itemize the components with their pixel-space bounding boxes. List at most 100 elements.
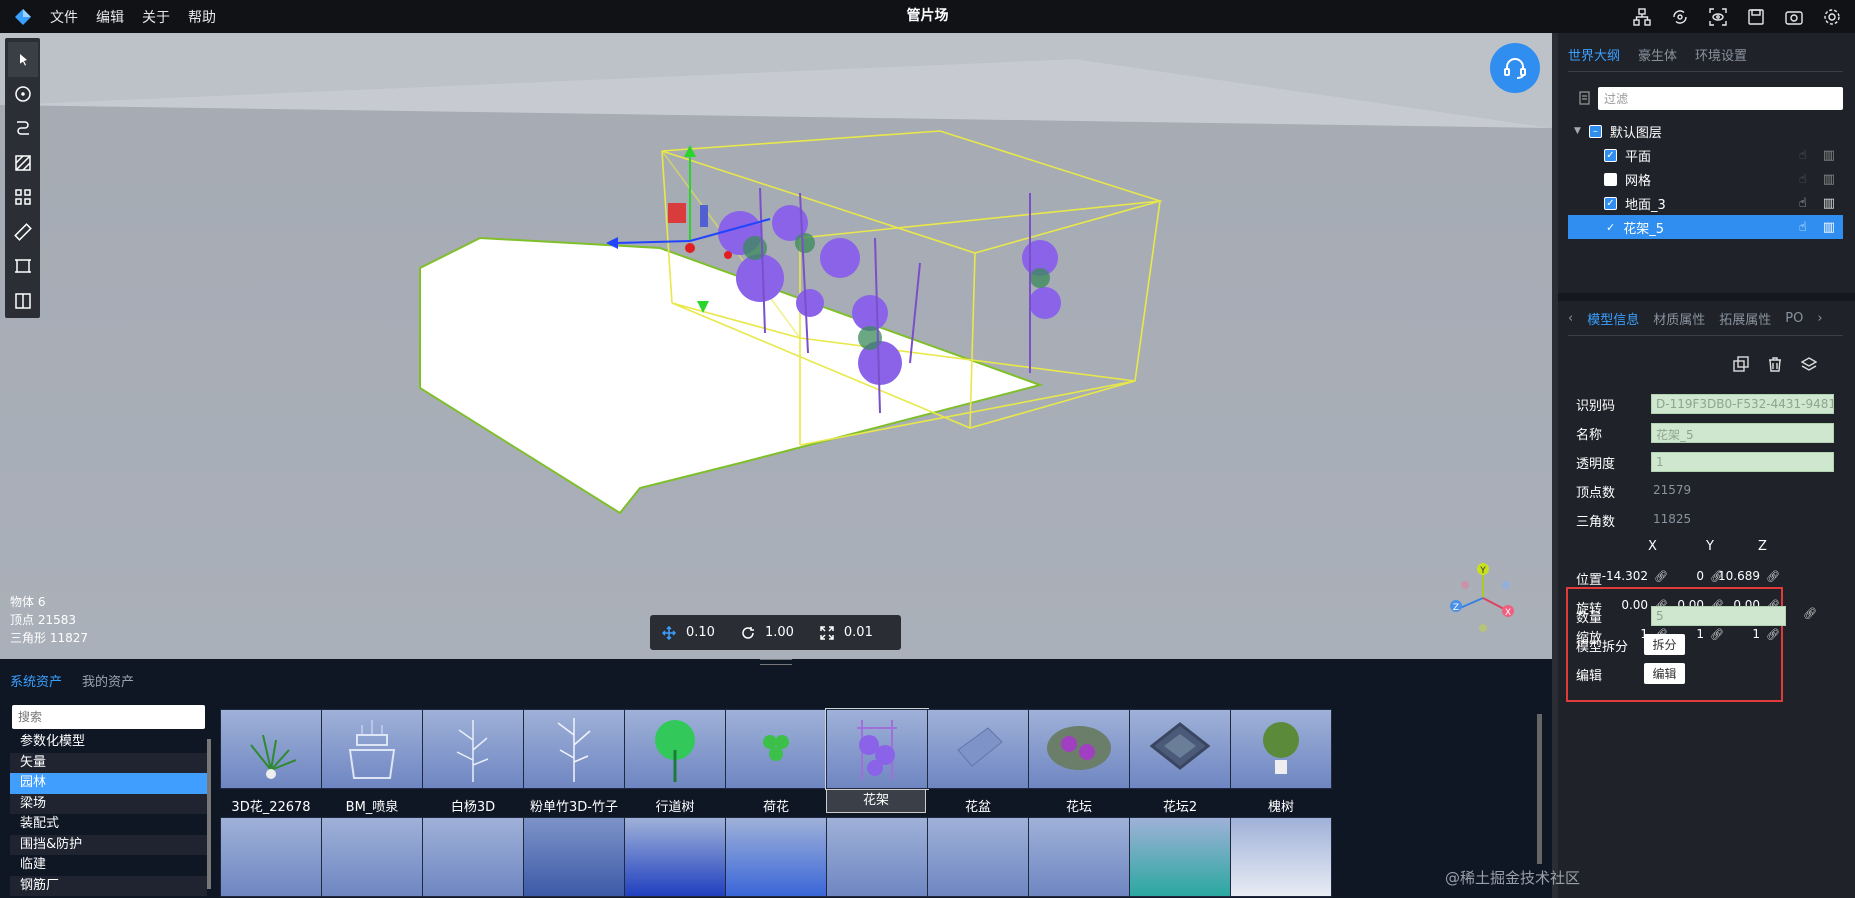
chevron-right-icon[interactable]: › [1817, 311, 1822, 326]
caret-down-icon[interactable]: ▼ [1574, 126, 1581, 136]
tab-entities[interactable]: 豪生体 [1638, 45, 1677, 64]
item-checkbox[interactable]: ✓ [1604, 148, 1617, 162]
asset-tile[interactable] [826, 817, 928, 897]
hand-pointer-icon[interactable]: ☝ [1799, 148, 1807, 163]
count-field[interactable]: 5 [1651, 606, 1786, 626]
grid-icon[interactable] [8, 180, 38, 215]
category-item[interactable]: 围挡&防护 [10, 834, 207, 855]
asset-tile-fountain[interactable] [321, 709, 423, 789]
tree-item-plane[interactable]: ✓ 平面 ☝ ▥ [1568, 143, 1843, 167]
asset-tile-locust-tree[interactable] [1230, 709, 1332, 789]
link-icon[interactable]: 🔗︎ [1766, 570, 1780, 583]
item-checkbox[interactable]: ✓ [1604, 196, 1617, 210]
edit-button[interactable]: 编辑 [1644, 663, 1685, 684]
hand-pointer-icon[interactable]: ☝ [1799, 172, 1807, 187]
book-icon[interactable]: ▥ [1823, 148, 1835, 163]
menu-edit[interactable]: 编辑 [96, 7, 124, 27]
asset-tile-flowerbed[interactable] [1028, 709, 1130, 789]
save-icon[interactable] [1745, 6, 1767, 28]
tab-my-assets[interactable]: 我的资产 [82, 671, 134, 690]
opacity-field[interactable]: 1 [1651, 452, 1834, 472]
position-z[interactable]: 10.689 🔗︎ [1718, 569, 1780, 583]
tab-world-outline[interactable]: 世界大纲 [1568, 45, 1620, 64]
split-view-icon[interactable] [8, 284, 38, 319]
camera-icon[interactable] [1783, 6, 1805, 28]
rotate-snap[interactable]: 1.00 [741, 625, 794, 640]
category-item[interactable]: 参数化模型 [10, 732, 207, 753]
copy-icon[interactable] [1733, 356, 1749, 372]
asset-tile[interactable] [523, 817, 625, 897]
asset-tile-trellis[interactable] [825, 708, 929, 790]
asset-tile[interactable] [321, 817, 423, 897]
asset-tile-lotus[interactable] [725, 709, 827, 789]
category-item[interactable]: 钢筋厂 [10, 875, 207, 896]
ruler-icon[interactable] [8, 215, 38, 250]
link-icon[interactable]: 🔗︎ [1654, 570, 1668, 583]
asset-tile[interactable] [1028, 817, 1130, 897]
hatch-icon[interactable] [8, 146, 38, 181]
tree-layer-default[interactable]: ▼ – 默认图层 [1568, 119, 1843, 143]
asset-tile-street-tree[interactable] [624, 709, 726, 789]
layer-checkbox[interactable]: – [1588, 124, 1602, 138]
link-rotate-icon[interactable] [1669, 6, 1691, 28]
scale-snap[interactable]: 0.01 [820, 625, 873, 640]
asset-tile-flowerbed-2[interactable] [1129, 709, 1231, 789]
category-item[interactable]: 矢量 [10, 752, 207, 773]
position-y[interactable]: 0 🔗︎ [1668, 569, 1724, 583]
layers-icon[interactable] [1801, 356, 1817, 372]
category-item[interactable]: 临建 [10, 855, 207, 876]
sitemap-icon[interactable] [1631, 6, 1653, 28]
frame-icon[interactable] [8, 249, 38, 284]
asset-tile-bamboo[interactable] [523, 709, 625, 789]
book-icon[interactable]: ▥ [1823, 172, 1835, 187]
menu-about[interactable]: 关于 [142, 7, 170, 27]
book-icon[interactable]: ▥ [1823, 196, 1835, 211]
asset-tile-3d-flower[interactable] [220, 709, 322, 789]
split-button[interactable]: 拆分 [1644, 634, 1685, 655]
category-item[interactable]: 园林 [10, 773, 207, 794]
menu-file[interactable]: 文件 [50, 7, 78, 27]
customer-support-button[interactable] [1490, 43, 1540, 93]
asset-tile[interactable] [1230, 817, 1332, 897]
chevron-left-icon[interactable]: ‹ [1568, 311, 1573, 326]
tree-item-ground[interactable]: ✓ 地面_3 ☝ ▥ [1568, 191, 1843, 215]
asset-tile[interactable] [927, 817, 1029, 897]
item-checkbox[interactable] [1604, 172, 1617, 186]
asset-tile-poplar[interactable] [422, 709, 524, 789]
outline-filter-input[interactable]: 过滤 [1598, 87, 1843, 110]
category-item[interactable]: 梁场 [10, 793, 207, 814]
asset-tile-flowerpot[interactable] [927, 709, 1029, 789]
asset-tile[interactable] [624, 817, 726, 897]
asset-tile[interactable] [725, 817, 827, 897]
position-x[interactable]: -14.302 🔗︎ [1602, 569, 1668, 583]
tab-po[interactable]: PO [1785, 311, 1803, 326]
settings-icon[interactable] [1821, 6, 1843, 28]
curve-icon[interactable] [8, 111, 38, 146]
trash-icon[interactable] [1767, 356, 1783, 372]
circle-select-icon[interactable] [8, 77, 38, 112]
tab-model-info[interactable]: 模型信息 [1587, 309, 1639, 328]
asset-tile[interactable] [1129, 817, 1231, 897]
asset-grid-scrollbar[interactable] [1537, 714, 1542, 864]
tree-item-grid[interactable]: 网格 ☝ ▥ [1568, 167, 1843, 191]
orientation-gizmo[interactable]: Y X Z [1440, 553, 1526, 643]
hand-pointer-icon[interactable]: ☝ [1799, 196, 1807, 211]
tab-system-assets[interactable]: 系统资产 [10, 671, 62, 690]
pointer-icon[interactable] [7, 42, 38, 77]
asset-tile[interactable] [422, 817, 524, 897]
category-item[interactable]: 装配式 [10, 814, 207, 835]
eye-scan-icon[interactable] [1707, 6, 1729, 28]
3d-viewport[interactable]: 物体 6 顶点 21583 三角形 11827 0.10 1.00 0.01 Y… [0, 33, 1552, 659]
tree-item-trellis[interactable]: ✓ 花架_5 ☝ ▥ [1568, 215, 1843, 239]
tab-extended[interactable]: 拓展属性 [1719, 309, 1771, 328]
asset-tile[interactable] [220, 817, 322, 897]
move-snap[interactable]: 0.10 [662, 625, 715, 640]
tab-material[interactable]: 材质属性 [1653, 309, 1705, 328]
id-field[interactable]: D-119F3DB0-F532-4431-9481-33 [1651, 394, 1834, 414]
menu-help[interactable]: 帮助 [188, 7, 216, 27]
link-icon[interactable]: 🔗︎ [1803, 607, 1817, 620]
book-icon[interactable]: ▥ [1823, 220, 1835, 235]
panel-splitter[interactable] [1558, 293, 1855, 301]
name-field[interactable]: 花架_5 [1651, 423, 1834, 443]
tab-environment[interactable]: 环境设置 [1695, 45, 1747, 64]
